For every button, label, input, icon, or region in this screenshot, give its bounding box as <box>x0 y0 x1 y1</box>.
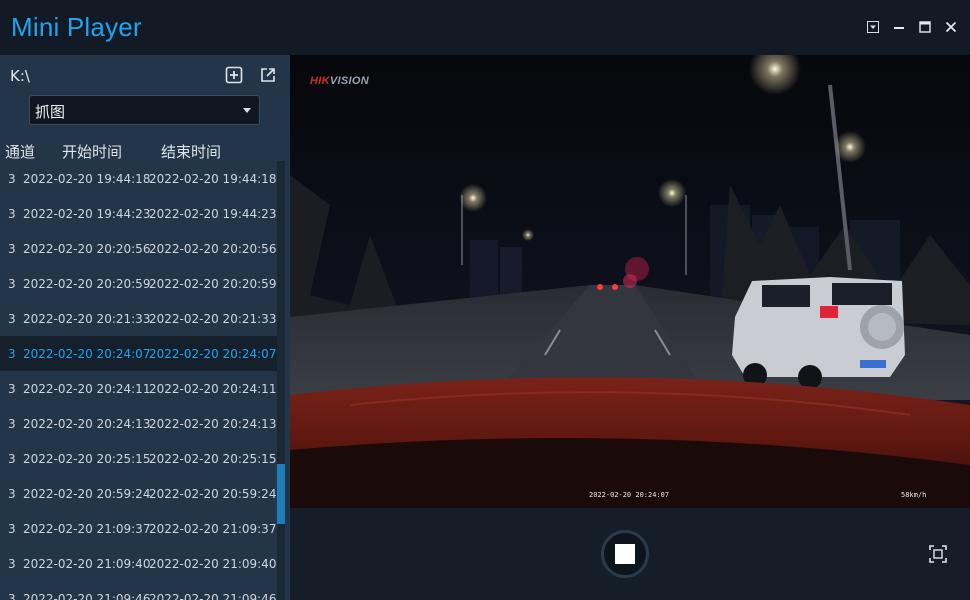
minimize-icon[interactable] <box>890 18 908 36</box>
record-row[interactable]: 3 2022-02-20 20:24:07 2022-02-20 20:24:07 <box>0 336 277 371</box>
record-row[interactable]: 3 2022-02-20 20:21:33 2022-02-20 20:21:33 <box>0 301 277 336</box>
app-title: Mini Player <box>11 12 142 42</box>
record-start-time: 2022-02-20 20:20:56 <box>23 242 151 256</box>
record-end-time: 2022-02-20 19:44:18 <box>149 172 277 186</box>
record-row[interactable]: 3 2022-02-20 20:24:11 2022-02-20 20:24:11 <box>0 371 277 406</box>
video-timestamp: 2022-02-20 20:24:07 <box>589 491 670 499</box>
dashcam-image <box>290 55 970 508</box>
record-channel: 3 <box>8 312 16 326</box>
record-channel: 3 <box>8 382 16 396</box>
record-end-time: 2022-02-20 20:59:24 <box>149 487 277 501</box>
record-end-time: 2022-02-20 20:20:59 <box>149 277 277 291</box>
record-list: 3 2022-02-20 19:44:18 2022-02-20 19:44:18 3… <box>0 161 277 600</box>
record-channel: 3 <box>8 347 16 361</box>
watermark-brand: HIK <box>310 75 330 87</box>
record-end-time: 2022-02-20 20:25:15 <box>149 452 277 466</box>
record-start-time: 2022-02-20 20:21:33 <box>23 312 151 326</box>
record-end-time: 2022-02-20 21:09:37 <box>149 522 277 536</box>
record-channel: 3 <box>8 277 16 291</box>
stop-button[interactable] <box>601 530 649 578</box>
video-frame[interactable]: HIKVISION 2022-02-20 20:24:07 58km/h <box>290 55 970 508</box>
record-row[interactable]: 3 2022-02-20 20:25:15 2022-02-20 20:25:15 <box>0 441 277 476</box>
list-scrollbar[interactable] <box>277 161 285 600</box>
dropdown-icon[interactable] <box>864 18 882 36</box>
mode-select-value: 抓图 <box>35 103 66 121</box>
playback-controls <box>290 508 970 600</box>
record-end-time: 2022-02-20 20:20:56 <box>149 242 277 256</box>
record-row[interactable]: 3 2022-02-20 21:09:46 2022-02-20 21:09:46 <box>0 581 277 600</box>
record-end-time: 2022-02-20 21:09:40 <box>149 557 277 571</box>
scrollbar-thumb[interactable] <box>277 464 285 524</box>
plus-square-icon[interactable] <box>225 66 243 84</box>
record-channel: 3 <box>8 207 16 221</box>
column-header-start-time[interactable]: 开始时间 <box>62 141 122 162</box>
record-start-time: 2022-02-20 20:20:59 <box>23 277 151 291</box>
record-row[interactable]: 3 2022-02-20 20:20:56 2022-02-20 20:20:56 <box>0 231 277 266</box>
record-start-time: 2022-02-20 21:09:40 <box>23 557 151 571</box>
drive-path: K:\ <box>10 67 30 85</box>
record-row[interactable]: 3 2022-02-20 21:09:37 2022-02-20 21:09:37 <box>0 511 277 546</box>
record-end-time: 2022-02-20 20:24:13 <box>149 417 277 431</box>
record-channel: 3 <box>8 172 16 186</box>
record-start-time: 2022-02-20 21:09:37 <box>23 522 151 536</box>
record-start-time: 2022-02-20 20:24:13 <box>23 417 151 431</box>
mode-select[interactable]: 抓图 <box>29 95 260 125</box>
column-header-channel[interactable]: 通道 <box>5 141 35 162</box>
record-start-time: 2022-02-20 19:44:18 <box>23 172 151 186</box>
record-start-time: 2022-02-20 20:25:15 <box>23 452 151 466</box>
close-icon[interactable] <box>942 18 960 36</box>
video-speed: 58km/h <box>901 491 927 499</box>
record-end-time: 2022-02-20 19:44:23 <box>149 207 277 221</box>
record-start-time: 2022-02-20 21:09:46 <box>23 592 151 600</box>
record-row[interactable]: 3 2022-02-20 21:09:40 2022-02-20 21:09:40 <box>0 546 277 581</box>
file-sidebar: K:\ 抓图 通道 开始时间 结束时间 3 2022-02-20 19:44:18… <box>0 55 290 600</box>
watermark-suffix: VISION <box>329 75 369 87</box>
maximize-icon[interactable] <box>916 18 934 36</box>
record-end-time: 2022-02-20 21:09:46 <box>149 592 277 600</box>
record-row[interactable]: 3 2022-02-20 19:44:23 2022-02-20 19:44:23 <box>0 196 277 231</box>
record-channel: 3 <box>8 242 16 256</box>
record-row[interactable]: 3 2022-02-20 19:44:18 2022-02-20 19:44:18 <box>0 161 277 196</box>
record-start-time: 2022-02-20 20:59:24 <box>23 487 151 501</box>
record-row[interactable]: 3 2022-02-20 20:24:13 2022-02-20 20:24:13 <box>0 406 277 441</box>
record-channel: 3 <box>8 417 16 431</box>
record-channel: 3 <box>8 452 16 466</box>
brand-watermark: HIKVISION <box>310 75 369 87</box>
record-channel: 3 <box>8 592 16 600</box>
stop-icon <box>615 544 635 564</box>
title-bar: Mini Player <box>0 0 970 55</box>
record-start-time: 2022-02-20 20:24:11 <box>23 382 151 396</box>
record-channel: 3 <box>8 487 16 501</box>
record-end-time: 2022-02-20 20:21:33 <box>149 312 277 326</box>
record-end-time: 2022-02-20 20:24:07 <box>149 347 277 361</box>
record-start-time: 2022-02-20 19:44:23 <box>23 207 151 221</box>
column-header-end-time[interactable]: 结束时间 <box>161 141 221 162</box>
record-end-time: 2022-02-20 20:24:11 <box>149 382 277 396</box>
chevron-down-icon <box>243 108 251 113</box>
fullscreen-icon[interactable] <box>929 545 947 563</box>
record-row[interactable]: 3 2022-02-20 20:59:24 2022-02-20 20:59:24 <box>0 476 277 511</box>
record-channel: 3 <box>8 557 16 571</box>
export-icon[interactable] <box>259 66 277 84</box>
record-channel: 3 <box>8 522 16 536</box>
record-row[interactable]: 3 2022-02-20 20:20:59 2022-02-20 20:20:59 <box>0 266 277 301</box>
record-start-time: 2022-02-20 20:24:07 <box>23 347 151 361</box>
